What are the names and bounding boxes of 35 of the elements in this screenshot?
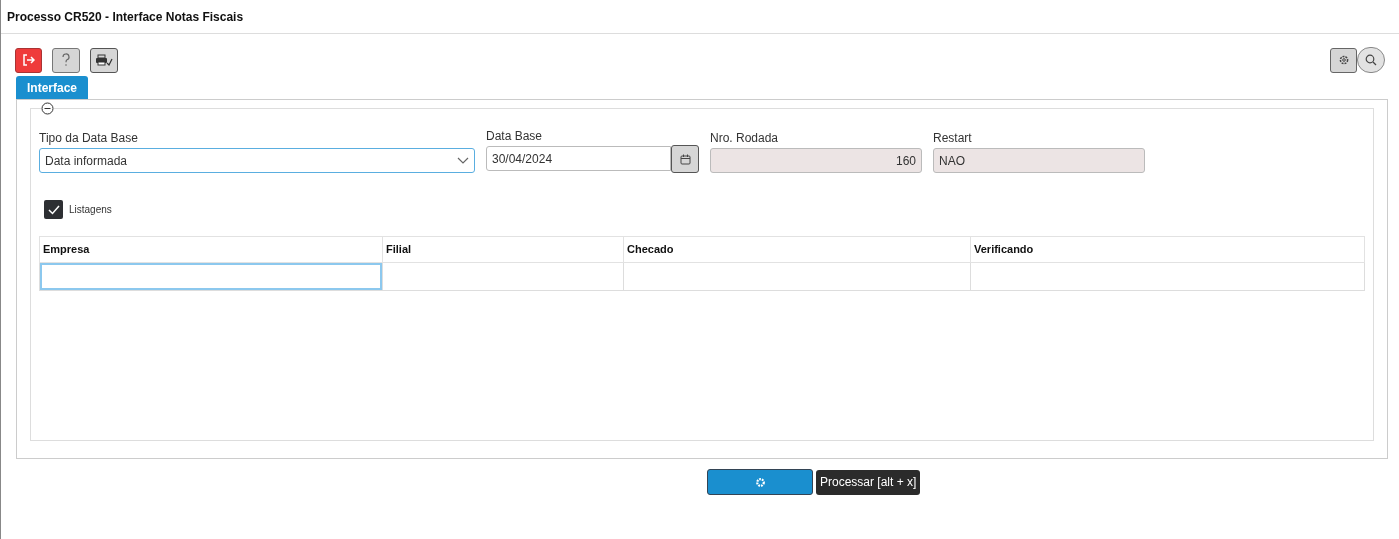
collapse-icon[interactable]	[41, 102, 54, 115]
date-field[interactable]: 30/04/2024	[486, 146, 671, 171]
field-label: Nro. Rodada	[710, 131, 780, 145]
settings-icon	[754, 476, 766, 488]
table-cell[interactable]	[40, 263, 382, 290]
field-label: Tipo da Data Base	[39, 131, 139, 145]
column-header: Filial	[382, 237, 623, 262]
exit-button[interactable]	[15, 47, 42, 73]
checkbox-label: Listagens	[69, 203, 112, 217]
field-label: Data Base	[486, 129, 544, 143]
tooltip: Processar [alt + x]	[816, 469, 921, 495]
settings-icon	[1337, 54, 1350, 66]
field-label: Restart	[933, 131, 973, 145]
help-button[interactable]	[52, 47, 80, 73]
search-icon	[1365, 54, 1377, 66]
search-button[interactable]	[1357, 47, 1385, 73]
tab[interactable]: Interface	[16, 76, 89, 99]
checkmark-icon	[47, 204, 60, 215]
question-icon	[61, 53, 71, 67]
column-header: Checado	[623, 237, 970, 262]
print-button[interactable]	[90, 47, 118, 73]
exit-icon	[22, 54, 35, 66]
settings-button[interactable]	[1330, 47, 1357, 73]
column-header: Verificando	[970, 237, 1364, 262]
readonly-field: NAO	[933, 148, 1145, 173]
select-field[interactable]: Data informada	[39, 148, 475, 173]
calendar-icon	[679, 153, 691, 165]
checkbox[interactable]	[44, 200, 63, 219]
column-header: Empresa	[42, 242, 91, 258]
calendar-button[interactable]	[671, 145, 699, 173]
process-button[interactable]	[707, 469, 813, 495]
window-title: Processo CR520 - Interface Notas Fiscais	[7, 8, 244, 26]
readonly-field: 160	[710, 148, 922, 173]
chevron-down-icon	[457, 156, 469, 165]
printer-icon	[95, 54, 113, 66]
